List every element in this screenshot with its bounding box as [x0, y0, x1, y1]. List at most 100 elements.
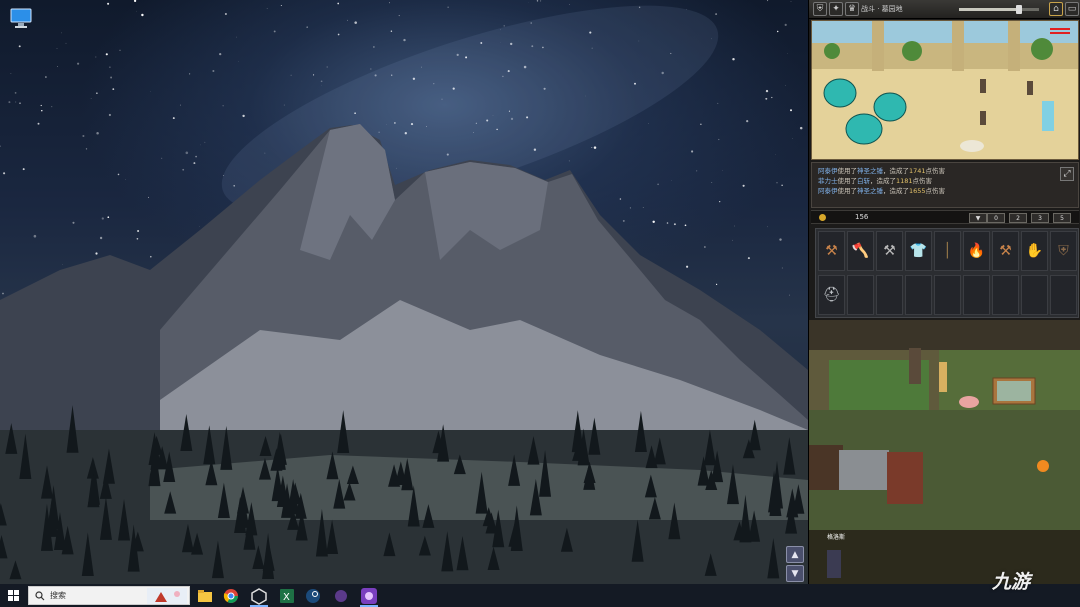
combat-log: ⤢ 阿泰伊使用了神圣之锤，造成了1741点伤害 菲力士使用了白斩，造成了1181点…: [811, 162, 1079, 208]
star: [96, 92, 98, 94]
search-icon: [35, 591, 45, 601]
resource-bar: 156 ▼ 0 2 3 5: [811, 210, 1079, 224]
resource-button[interactable]: 3: [1031, 213, 1049, 223]
star: [105, 53, 108, 56]
shield-icon[interactable]: ⛨: [813, 2, 827, 16]
log-skill: 白斩: [857, 177, 870, 185]
inventory-slot[interactable]: [847, 275, 874, 315]
scroll-down-button[interactable]: ▼: [786, 565, 804, 582]
inventory-slot[interactable]: ⚒: [876, 231, 903, 271]
volume-knob[interactable]: [1016, 5, 1022, 14]
star: [717, 102, 719, 104]
inventory-slot[interactable]: [992, 275, 1019, 315]
inventory-slot[interactable]: [934, 275, 961, 315]
star: [150, 255, 152, 258]
star: [108, 113, 111, 117]
steam-icon[interactable]: [304, 587, 322, 605]
star: [719, 201, 721, 203]
star: [204, 141, 206, 143]
watermark-logo: 九游: [992, 571, 1031, 593]
file-explorer-icon[interactable]: [196, 587, 214, 605]
game-app-icon[interactable]: [360, 587, 378, 605]
star: [172, 117, 175, 120]
inventory-slot[interactable]: ⚒: [818, 231, 845, 271]
star: [784, 23, 787, 27]
inventory-slot[interactable]: ⚒: [992, 231, 1019, 271]
resource-button[interactable]: 2: [1009, 213, 1027, 223]
village-scene[interactable]: 格洛斯: [809, 320, 1080, 584]
inventory-slot[interactable]: │: [934, 231, 961, 271]
log-actor: 阿泰伊: [818, 187, 838, 195]
log-suffix: 点伤害: [912, 177, 933, 185]
unity-icon[interactable]: [250, 587, 268, 605]
star: [776, 182, 778, 184]
star: [56, 48, 58, 49]
star: [45, 76, 47, 78]
log-actor: 阿泰伊: [818, 167, 838, 175]
star: [742, 184, 745, 187]
star: [133, 0, 137, 3]
star: [200, 144, 201, 146]
expand-icon[interactable]: ⤢: [1060, 167, 1074, 181]
inventory-slot[interactable]: 👕: [905, 231, 932, 271]
log-mid: ，造成了: [883, 167, 909, 175]
log-mid: ，造成了: [870, 177, 896, 185]
inventory-slot[interactable]: [1050, 275, 1077, 315]
volume-fill: [959, 8, 1019, 11]
resource-button[interactable]: ▼: [969, 213, 987, 223]
star: [447, 6, 449, 8]
star: [347, 19, 348, 21]
resource-button[interactable]: 5: [1053, 213, 1071, 223]
inventory-slot[interactable]: [905, 275, 932, 315]
star: [503, 25, 505, 27]
map-icon[interactable]: ⌂: [1049, 2, 1063, 16]
star: [622, 219, 625, 222]
star: [37, 122, 40, 125]
star: [320, 80, 323, 83]
star: [77, 62, 80, 65]
volume-slider[interactable]: [959, 5, 1039, 14]
windows-start-button[interactable]: [0, 584, 26, 607]
inventory-slot[interactable]: [876, 275, 903, 315]
star: [51, 106, 53, 108]
star: [781, 267, 783, 269]
chrome-icon[interactable]: [222, 587, 240, 605]
star: [224, 12, 227, 16]
resource-button[interactable]: 0: [987, 213, 1005, 223]
scroll-up-button[interactable]: ▲: [786, 546, 804, 563]
star: [22, 168, 25, 171]
star: [629, 207, 631, 209]
inventory-slot[interactable]: [1021, 275, 1048, 315]
star: [390, 30, 393, 32]
star: [642, 207, 644, 209]
inventory-slot[interactable]: [963, 275, 990, 315]
axe-icon: 🪓: [851, 243, 870, 259]
star: [781, 184, 783, 187]
log-verb: 使用了: [837, 187, 858, 195]
desktop-wallpaper: [0, 0, 808, 584]
window-mode-icon[interactable]: ▭: [1065, 2, 1079, 16]
star: [711, 181, 713, 183]
search-placeholder: 搜索: [50, 591, 66, 600]
inventory-slot[interactable]: ✋: [1021, 231, 1048, 271]
inventory-slot[interactable]: 🔥: [963, 231, 990, 271]
search-box[interactable]: 搜索: [28, 586, 190, 605]
paint-icon[interactable]: [332, 587, 350, 605]
star: [290, 74, 292, 76]
search-highlight-icon: [147, 588, 187, 604]
star: [95, 56, 97, 58]
star: [242, 114, 245, 118]
inventory-slot[interactable]: ⛑: [818, 275, 845, 315]
star: [136, 237, 139, 240]
crown-icon[interactable]: ♛: [845, 2, 859, 16]
star: [790, 109, 792, 112]
star: [117, 173, 120, 176]
inventory-slot[interactable]: 🪓: [847, 231, 874, 271]
excel-icon[interactable]: X: [278, 587, 296, 605]
star-icon[interactable]: ✦: [829, 2, 843, 16]
log-suffix: 点伤害: [925, 187, 946, 195]
star: [765, 97, 768, 100]
inventory-slot[interactable]: ⛨: [1050, 231, 1077, 271]
computer-icon[interactable]: [8, 6, 34, 30]
star: [0, 145, 1, 147]
